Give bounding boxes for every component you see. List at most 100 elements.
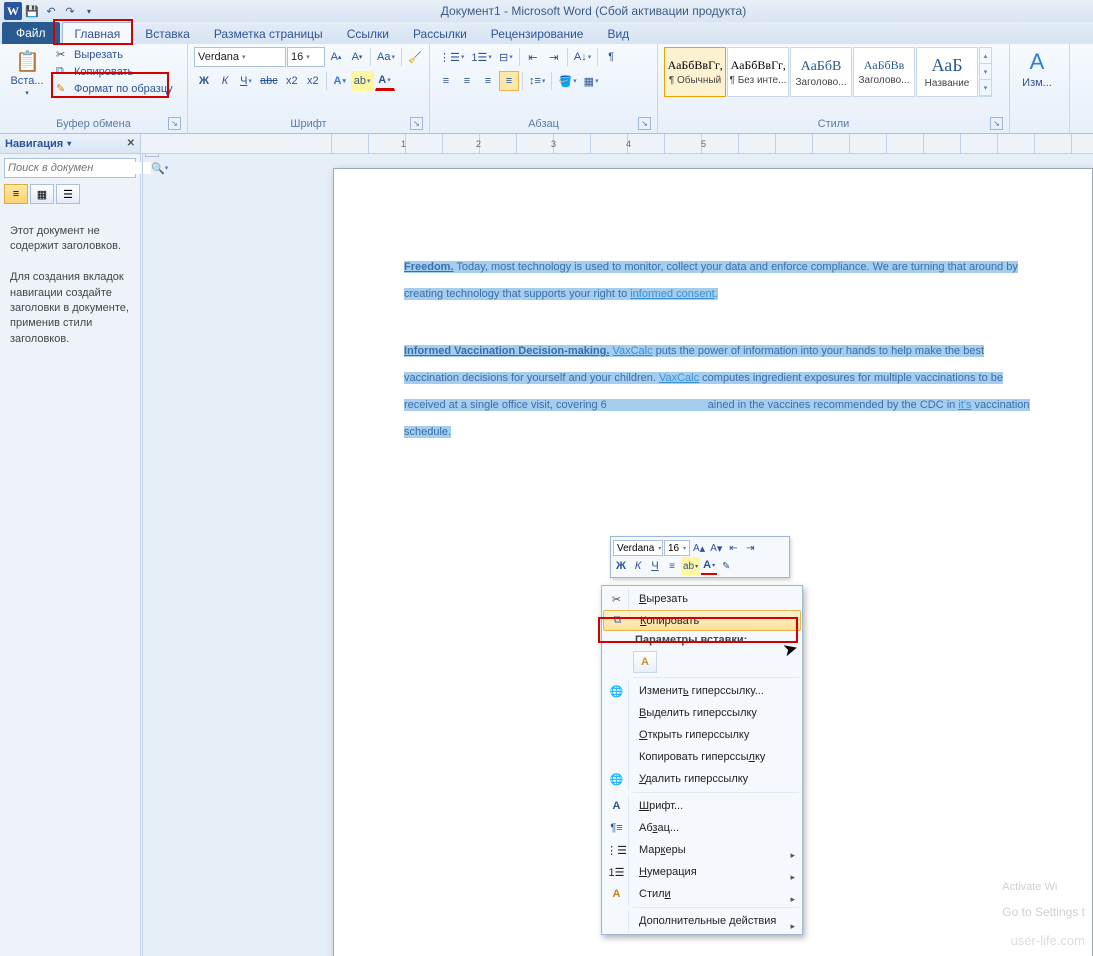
font-name-combo[interactable]: Verdana xyxy=(194,47,286,67)
strike-button[interactable]: abc xyxy=(257,71,281,91)
change-case-button[interactable]: Aa xyxy=(374,47,398,67)
ctx-edit-hyperlink[interactable]: 🌐Изменить гиперссылку... xyxy=(603,680,801,702)
tab-references[interactable]: Ссылки xyxy=(335,23,401,44)
mini-bold[interactable]: Ж xyxy=(613,557,629,575)
mini-shrink-font[interactable]: A▾ xyxy=(708,539,724,557)
save-icon[interactable]: 💾 xyxy=(23,2,41,20)
justify-button[interactable]: ≡ xyxy=(499,71,519,91)
numbering-button[interactable]: 1☰ xyxy=(468,47,495,67)
clear-formatting-button[interactable]: 🧹 xyxy=(405,47,425,67)
mini-format-painter[interactable]: ✎ xyxy=(718,557,734,575)
ctx-numbering[interactable]: 1☰Нумерация xyxy=(603,861,801,883)
shrink-font-button[interactable]: A▾ xyxy=(347,47,367,67)
superscript-button[interactable]: x2 xyxy=(303,71,323,91)
cut-button[interactable]: Вырезать xyxy=(52,47,177,63)
mini-dec-indent[interactable]: ⇤ xyxy=(725,539,741,557)
ctx-cut[interactable]: ВВырезатьырезать xyxy=(603,588,801,610)
nav-tab-results[interactable]: ☰ xyxy=(56,184,80,204)
styles-gallery[interactable]: АаБбВвГг,¶ Обычный АаБбВвГг,¶ Без инте..… xyxy=(664,47,992,97)
mini-font-color[interactable]: A xyxy=(701,557,717,575)
mini-highlight[interactable]: ab xyxy=(681,557,700,575)
nav-search-input[interactable] xyxy=(8,162,151,174)
align-right-button[interactable]: ≡ xyxy=(478,71,498,91)
style-heading2[interactable]: АаБбВвЗаголово... xyxy=(853,47,915,97)
tab-view[interactable]: Вид xyxy=(595,23,641,44)
copy-icon xyxy=(614,614,622,627)
nav-search[interactable]: 🔍 ▾ xyxy=(4,158,136,178)
nav-tab-headings[interactable]: ≡ xyxy=(4,184,28,204)
ctx-bullets[interactable]: ⋮☰Маркеры xyxy=(603,839,801,861)
text-effects-button[interactable]: A xyxy=(330,71,350,91)
copy-button[interactable]: Копировать xyxy=(52,64,177,80)
font-launcher-icon[interactable]: ↘ xyxy=(410,117,423,130)
font-size-combo[interactable]: 16 xyxy=(287,47,325,67)
styles-launcher-icon[interactable]: ↘ xyxy=(990,117,1003,130)
ctx-copy-hyperlink[interactable]: Копировать гиперссылку xyxy=(603,746,801,768)
shading-button[interactable]: 🪣 xyxy=(555,71,579,91)
mini-inc-indent[interactable]: ⇥ xyxy=(742,539,758,557)
mini-center[interactable]: ≡ xyxy=(664,557,680,575)
ctx-paragraph[interactable]: ¶≡Абзац... xyxy=(603,817,801,839)
grow-font-button[interactable]: A▴ xyxy=(326,47,346,67)
mini-font-combo[interactable]: Verdana xyxy=(613,540,663,556)
scissors-icon xyxy=(612,593,621,606)
line-spacing-button[interactable]: ↕≡ xyxy=(526,71,548,91)
show-marks-button[interactable] xyxy=(601,47,621,67)
style-heading1[interactable]: АаБбВЗаголово... xyxy=(790,47,852,97)
paste-button[interactable]: Вста... ▾ xyxy=(6,47,48,99)
qat-more-icon[interactable]: ▾ xyxy=(80,2,98,20)
increase-indent-button[interactable]: ⇥ xyxy=(544,47,564,67)
tab-mailings[interactable]: Рассылки xyxy=(401,23,479,44)
para-launcher-icon[interactable]: ↘ xyxy=(638,117,651,130)
tab-home[interactable]: Главная xyxy=(62,22,134,44)
underline-button[interactable]: Ч xyxy=(236,71,256,91)
doc-link-vaxcalc-2[interactable]: VaxCalc xyxy=(659,372,699,384)
ctx-select-hyperlink[interactable]: Выделить гиперссылку xyxy=(603,702,801,724)
borders-button[interactable]: ▦ xyxy=(581,71,602,91)
undo-icon[interactable]: ↶ xyxy=(42,2,60,20)
italic-button[interactable]: К xyxy=(215,71,235,91)
sort-button[interactable]: A↓ xyxy=(571,47,594,67)
nav-tab-pages[interactable]: ▦ xyxy=(30,184,54,204)
bold-button[interactable]: Ж xyxy=(194,71,214,91)
change-styles-button[interactable]: AИзм... xyxy=(1016,47,1058,91)
tab-review[interactable]: Рецензирование xyxy=(479,23,596,44)
font-color-button[interactable]: A xyxy=(375,71,395,91)
vertical-ruler[interactable] xyxy=(141,154,143,956)
ctx-font[interactable]: AШрифт... xyxy=(603,795,801,817)
decrease-indent-button[interactable]: ⇤ xyxy=(523,47,543,67)
ctx-delete-hyperlink[interactable]: 🌐Удалить гиперссылку xyxy=(603,768,801,790)
ctx-more-actions[interactable]: Дополнительные действия xyxy=(603,910,801,932)
clipboard-launcher-icon[interactable]: ↘ xyxy=(168,117,181,130)
mini-size-combo[interactable]: 16 xyxy=(664,540,690,556)
mini-underline[interactable]: Ч xyxy=(647,557,663,575)
style-title[interactable]: АаБНазвание xyxy=(916,47,978,97)
subscript-button[interactable]: x2 xyxy=(282,71,302,91)
highlight-button[interactable]: ab xyxy=(351,71,374,91)
ctx-copy[interactable]: Копировать xyxy=(603,610,801,631)
doc-link-consent[interactable]: informed consent xyxy=(630,288,714,300)
paste-option-keep[interactable]: A xyxy=(633,651,657,673)
nav-close-icon[interactable]: ✕ xyxy=(127,138,135,149)
group-paragraph-label: Абзац↘ xyxy=(436,116,651,133)
redo-icon[interactable]: ↷ xyxy=(61,2,79,20)
tab-insert[interactable]: Вставка xyxy=(133,23,202,44)
align-left-button[interactable]: ≡ xyxy=(436,71,456,91)
ctx-styles[interactable]: AСтили xyxy=(603,883,801,905)
style-no-spacing[interactable]: АаБбВвГг,¶ Без инте... xyxy=(727,47,789,97)
align-center-button[interactable]: ≡ xyxy=(457,71,477,91)
word-icon[interactable]: W xyxy=(4,2,22,20)
gallery-scroll[interactable]: ▴▾▾ xyxy=(979,47,992,97)
ctx-open-hyperlink[interactable]: Открыть гиперссылку xyxy=(603,724,801,746)
bullets-button[interactable]: ⋮☰ xyxy=(436,47,467,67)
style-normal[interactable]: АаБбВвГг,¶ Обычный xyxy=(664,47,726,97)
tab-page-layout[interactable]: Разметка страницы xyxy=(202,23,335,44)
tab-file[interactable]: Файл xyxy=(2,22,60,44)
horizontal-ruler[interactable]: 12345 xyxy=(141,134,1093,154)
mini-italic[interactable]: К xyxy=(630,557,646,575)
format-painter-button[interactable]: Формат по образцу xyxy=(52,81,177,97)
mini-grow-font[interactable]: A▴ xyxy=(691,539,707,557)
doc-link-vaxcalc-1[interactable]: VaxCalc xyxy=(612,345,652,357)
doc-link-its[interactable]: it's xyxy=(958,399,971,411)
multilevel-button[interactable]: ⊟ xyxy=(496,47,516,67)
